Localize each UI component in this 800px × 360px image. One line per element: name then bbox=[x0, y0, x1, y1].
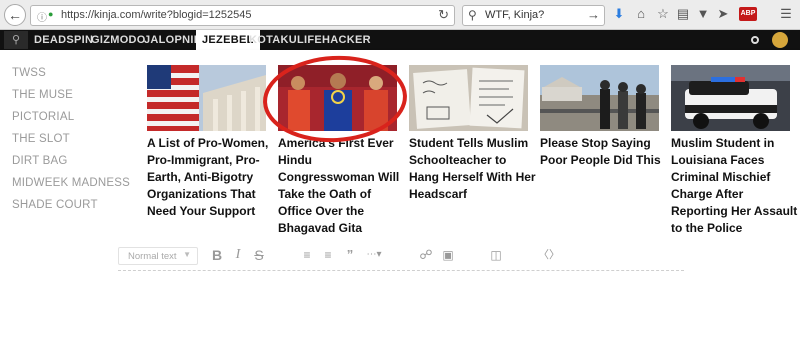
reload-icon[interactable]: ↻ bbox=[438, 7, 449, 23]
pocket-icon[interactable]: ▼ bbox=[695, 6, 711, 22]
home-icon[interactable]: ⌂ bbox=[633, 6, 649, 22]
nav-item-jalopnik[interactable]: JALOPNIK bbox=[144, 30, 202, 50]
nav-item-kotaku[interactable]: KOTAKU bbox=[249, 30, 297, 50]
link-icon[interactable]: ☍ bbox=[418, 245, 434, 265]
info-icon[interactable]: ⓘ bbox=[37, 9, 47, 24]
search-icon: ⚲ bbox=[468, 8, 477, 22]
send-icon[interactable]: ➤ bbox=[715, 6, 731, 22]
nav-item-gizmodo[interactable]: GIZMODO bbox=[91, 30, 146, 50]
strikethrough-button[interactable]: S bbox=[253, 245, 265, 265]
reading-list-icon[interactable]: ▤ bbox=[675, 6, 691, 22]
italic-button[interactable]: I bbox=[233, 245, 243, 265]
bulleted-list-icon[interactable]: ≡ bbox=[300, 245, 314, 265]
download-icon[interactable]: ⬇ bbox=[611, 6, 627, 22]
story-thumbnail[interactable] bbox=[147, 65, 266, 131]
story-headline[interactable]: Student Tells Muslim Schoolteacher to Ha… bbox=[409, 135, 537, 203]
browser-toolbar: ← ⓘ ● https://kinja.com/write?blogid=125… bbox=[0, 0, 800, 30]
nav-search-icon[interactable]: ⚲ bbox=[4, 31, 28, 49]
address-bar[interactable]: ⓘ ● https://kinja.com/write?blogid=12525… bbox=[30, 5, 455, 26]
url-text[interactable]: https://kinja.com/write?blogid=1252545 bbox=[61, 9, 251, 21]
nav-item-lifehacker[interactable]: LIFEHACKER bbox=[297, 30, 371, 50]
sidebar-item-the-muse[interactable]: THE MUSE bbox=[12, 89, 73, 101]
avatar[interactable] bbox=[772, 32, 788, 48]
adblock-icon[interactable]: ABP bbox=[739, 7, 757, 21]
nav-item-deadspin[interactable]: DEADSPIN bbox=[34, 30, 93, 50]
editor-divider bbox=[118, 270, 684, 271]
quote-icon[interactable]: ” bbox=[343, 245, 357, 265]
back-button[interactable]: ← bbox=[4, 4, 26, 26]
story-headline[interactable]: Please Stop Saying Poor People Did This bbox=[540, 135, 668, 169]
format-select[interactable]: Normal text ▼ bbox=[118, 247, 198, 265]
sidebar-item-pictorial[interactable]: PICTORIAL bbox=[12, 111, 74, 123]
numbered-list-icon[interactable]: ≡ bbox=[321, 245, 335, 265]
story-headline[interactable]: A List of Pro-Women, Pro-Immigrant, Pro-… bbox=[147, 135, 275, 220]
story-headline[interactable]: America's First Ever Hindu Congresswoman… bbox=[278, 135, 406, 237]
menu-icon[interactable]: ☰ bbox=[778, 6, 794, 22]
format-select-value: Normal text bbox=[128, 251, 177, 262]
site-nav: ⚲ DEADSPIN GIZMODO JALOPNIK JEZEBEL KOTA… bbox=[0, 30, 800, 50]
editor-toolbar: Normal text ▼ B I S ≡ ≡ ” ⋯▾ ☍ ▣ ◫ 〈〉 bbox=[0, 245, 800, 360]
sidebar-item-twss[interactable]: TWSS bbox=[12, 67, 46, 79]
bookmark-star-icon[interactable]: ☆ bbox=[655, 6, 671, 22]
sidebar-item-dirt-bag[interactable]: DIRT BAG bbox=[12, 155, 68, 167]
story-headline[interactable]: Muslim Student in Louisiana Faces Crimin… bbox=[671, 135, 799, 237]
search-input[interactable]: WTF, Kinja? bbox=[485, 9, 544, 21]
sidebar-item-midweek-madness[interactable]: MIDWEEK MADNESS bbox=[12, 177, 130, 189]
blog-dropdown-panel: TWSS THE MUSE PICTORIAL THE SLOT DIRT BA… bbox=[0, 50, 800, 245]
embed-icon[interactable]: ◫ bbox=[489, 245, 503, 265]
bold-button[interactable]: B bbox=[211, 245, 223, 265]
notifications-icon[interactable] bbox=[751, 36, 759, 44]
story-thumbnail[interactable] bbox=[409, 65, 528, 131]
sidebar-item-the-slot[interactable]: THE SLOT bbox=[12, 133, 70, 145]
search-go-icon[interactable]: → bbox=[587, 7, 600, 22]
chevron-down-icon: ▼ bbox=[183, 250, 191, 259]
annotation-circle bbox=[263, 55, 407, 143]
story-thumbnail[interactable] bbox=[540, 65, 659, 131]
more-options-icon[interactable]: ⋯▾ bbox=[364, 245, 384, 265]
sidebar-item-shade-court[interactable]: SHADE COURT bbox=[12, 199, 98, 211]
image-icon[interactable]: ▣ bbox=[440, 245, 456, 265]
story-thumbnail[interactable] bbox=[671, 65, 790, 131]
code-icon[interactable]: 〈〉 bbox=[538, 245, 560, 265]
search-bar[interactable]: ⚲ WTF, Kinja? → bbox=[462, 5, 605, 26]
lock-icon: ● bbox=[48, 9, 54, 19]
